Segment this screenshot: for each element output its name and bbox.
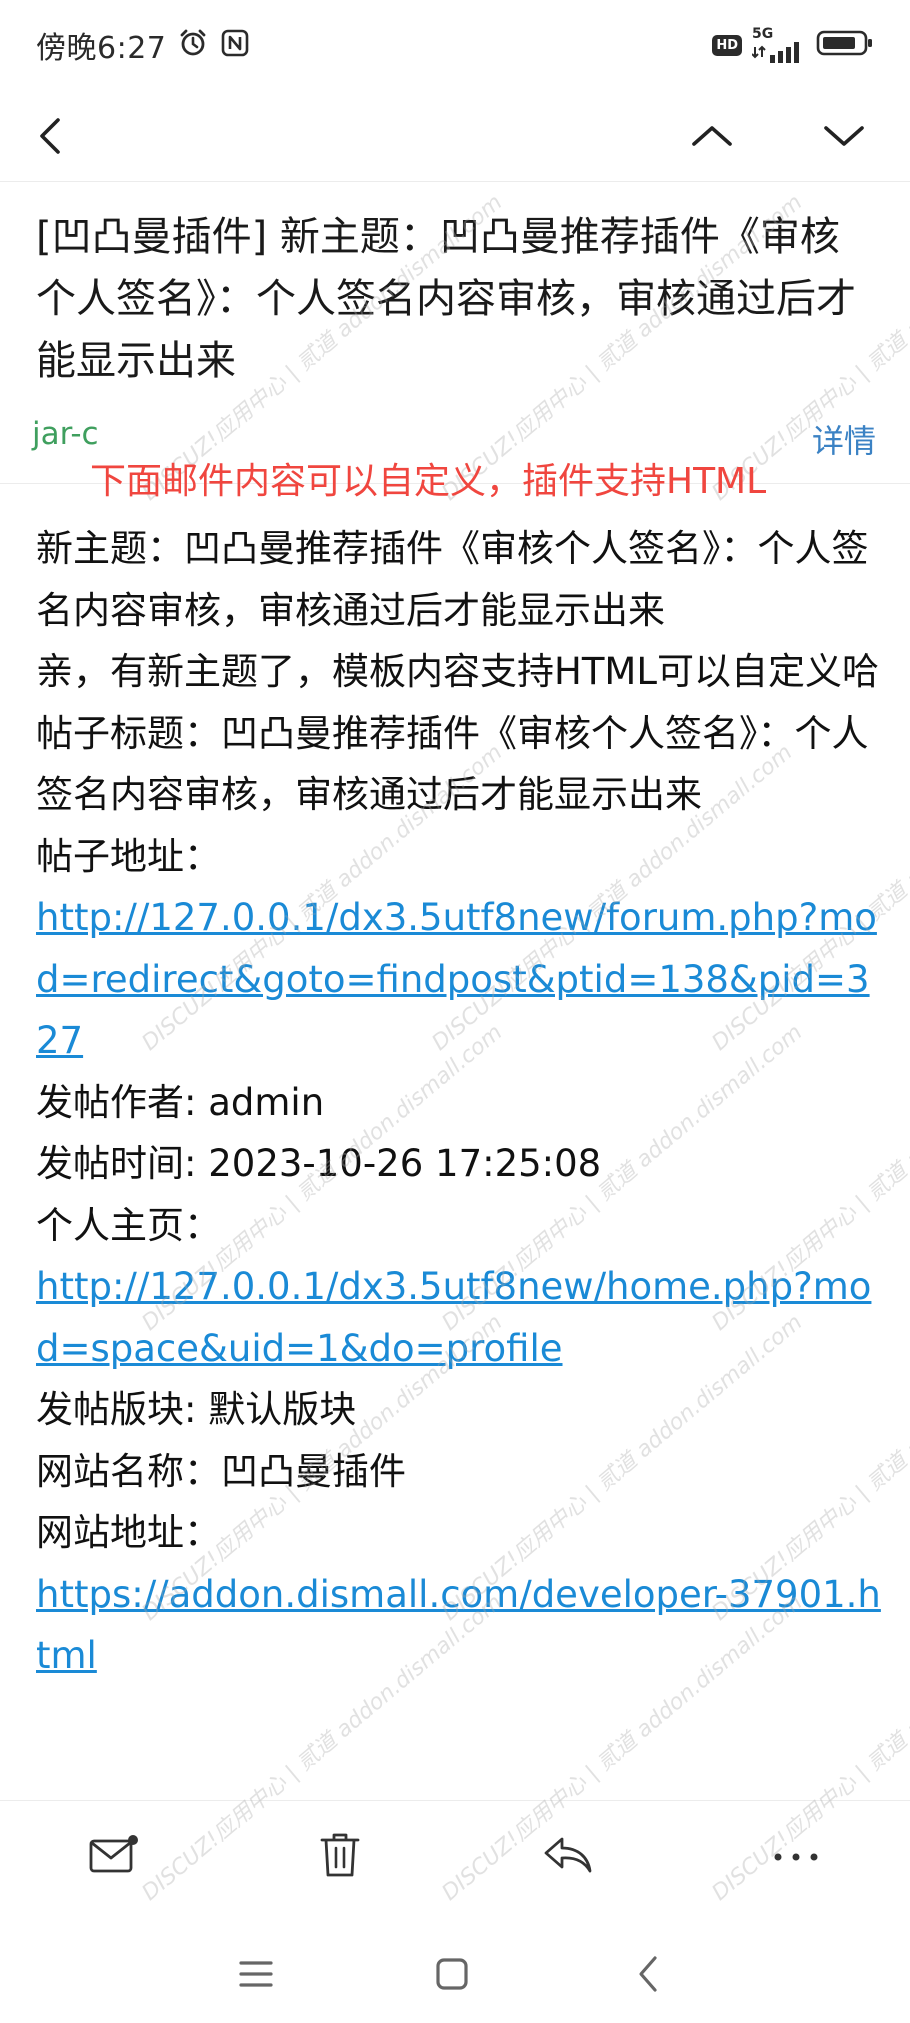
homepage-label: 个人主页： xyxy=(36,1203,221,1247)
home-square-icon xyxy=(434,1956,470,1996)
time-row: 发帖时间: 2023-10-26 17:25:08 xyxy=(36,1133,884,1195)
more-button[interactable] xyxy=(764,1825,828,1889)
time-value: 2023-10-26 17:25:08 xyxy=(208,1142,602,1185)
reply-icon xyxy=(542,1833,594,1881)
more-icon xyxy=(772,1848,820,1867)
site-url-link[interactable]: https://addon.dismall.com/developer-3790… xyxy=(36,1573,881,1678)
battery-icon xyxy=(816,29,874,61)
author-value: admin xyxy=(208,1080,325,1124)
details-link[interactable]: 详情 xyxy=(812,416,876,462)
system-back-icon xyxy=(633,1954,663,1998)
chevron-up-icon xyxy=(688,118,736,158)
email-body: 新主题：凹凸曼推荐插件《审核个人签名》：个人签名内容审核，审核通过后才能显示出来… xyxy=(36,518,884,1687)
previous-email-button[interactable] xyxy=(684,110,740,166)
author-label: 发帖作者: xyxy=(36,1080,209,1124)
author-row: 发帖作者: admin xyxy=(36,1072,884,1134)
top-navigation xyxy=(0,90,910,182)
homepage-url-link[interactable]: http://127.0.0.1/dx3.5utf8new/home.php?m… xyxy=(36,1265,871,1370)
email-subject: [凹凸曼插件] 新主题：凹凸曼推荐插件《审核个人签名》：个人签名内容审核，审核通… xyxy=(36,214,856,384)
site-name-row: 网站名称：凹凸曼插件 xyxy=(36,1441,884,1503)
status-left: 傍晚6:27 xyxy=(36,23,250,67)
overlay-annotation: 下面邮件内容可以自定义，插件支持HTML xyxy=(90,461,767,502)
system-home-button[interactable] xyxy=(424,1948,480,2004)
site-url-label: 网站地址： xyxy=(36,1511,221,1554)
system-back-button[interactable] xyxy=(620,1948,676,2004)
status-time: 傍晚6:27 xyxy=(36,31,167,66)
mark-unread-icon xyxy=(87,1833,141,1881)
status-right: HD 5G xyxy=(712,27,874,63)
body-line-new-topic: 新主题：凹凸曼推荐插件《审核个人签名》：个人签名内容审核，审核通过后才能显示出来 xyxy=(36,527,869,632)
site-name-label: 网站名称： xyxy=(36,1449,221,1493)
next-email-button[interactable] xyxy=(816,110,872,166)
system-menu-button[interactable] xyxy=(228,1948,284,2004)
site-name-value: 凹凸曼插件 xyxy=(221,1449,406,1493)
nfc-icon xyxy=(220,28,250,62)
email-action-bar xyxy=(0,1800,910,1910)
delete-button[interactable] xyxy=(308,1825,372,1889)
network-label: 5G xyxy=(752,26,774,42)
time-label: 发帖时间: xyxy=(36,1142,209,1185)
hd-badge: HD xyxy=(712,34,742,56)
menu-icon xyxy=(238,1958,274,1994)
status-bar: 傍晚6:27 HD 5G xyxy=(0,0,910,90)
system-navigation-bar xyxy=(0,1920,910,2023)
forum-row: 发帖版块: 默认版块 xyxy=(36,1379,884,1441)
alarm-icon xyxy=(178,28,208,62)
signal-icon: 5G xyxy=(752,27,806,63)
sender-name[interactable]: jar-c xyxy=(32,416,99,452)
forum-value: 默认版块 xyxy=(208,1388,357,1431)
reply-button[interactable] xyxy=(536,1825,600,1889)
post-url-link[interactable]: http://127.0.0.1/dx3.5utf8new/forum.php?… xyxy=(36,896,877,1062)
back-arrow-icon xyxy=(32,114,72,162)
forum-label: 发帖版块: xyxy=(36,1388,209,1431)
trash-icon xyxy=(318,1830,362,1884)
chevron-down-icon xyxy=(820,118,868,158)
body-line-greeting: 亲，有新主题了，模板内容支持HTML可以自定义哈 帖子标题：凹凸曼推荐插件《审核… xyxy=(36,641,884,826)
mark-unread-button[interactable] xyxy=(82,1825,146,1889)
back-button[interactable] xyxy=(24,110,80,166)
post-url-label: 帖子地址： xyxy=(36,834,221,878)
